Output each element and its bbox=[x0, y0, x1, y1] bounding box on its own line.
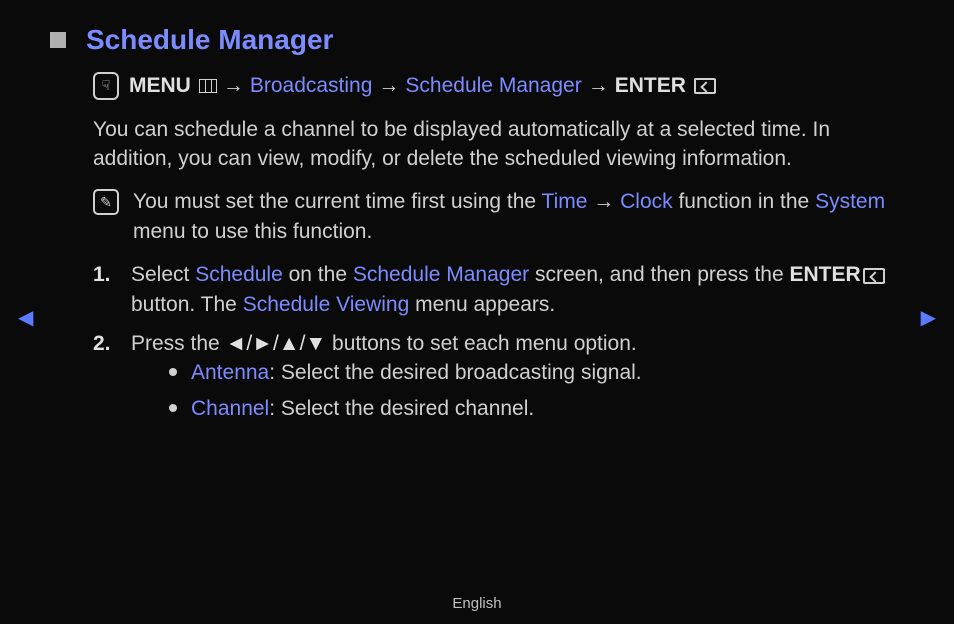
nav-prev-button[interactable]: ◀ bbox=[18, 304, 33, 332]
note-block: ✎ You must set the current time first us… bbox=[93, 187, 904, 246]
direction-arrows: ◄/►/▲/▼ bbox=[226, 332, 327, 355]
bullet-channel: Channel: Select the desired channel. bbox=[131, 394, 904, 423]
bullet-icon bbox=[169, 404, 177, 412]
section-bullet-icon bbox=[50, 32, 66, 48]
step-number: 2. bbox=[93, 329, 117, 429]
enter-icon bbox=[863, 268, 885, 284]
step-2: 2. Press the ◄/►/▲/▼ buttons to set each… bbox=[93, 329, 904, 429]
arrow-icon: → bbox=[223, 71, 244, 100]
bullet-antenna: Antenna: Select the desired broadcasting… bbox=[131, 358, 904, 387]
arrow-icon: → bbox=[378, 71, 399, 100]
step-number: 1. bbox=[93, 260, 117, 319]
enter-label: ENTER bbox=[615, 71, 686, 100]
antenna-label: Antenna bbox=[191, 361, 269, 384]
schedule-manager-link: Schedule Manager bbox=[353, 263, 529, 286]
intro-text: You can schedule a channel to be display… bbox=[93, 115, 904, 174]
clock-link: Clock bbox=[620, 190, 673, 213]
page-title: Schedule Manager bbox=[86, 20, 333, 59]
antenna-text: : Select the desired broadcasting signal… bbox=[269, 361, 641, 384]
step-2-text: Press the ◄/►/▲/▼ buttons to set each me… bbox=[131, 329, 904, 358]
channel-text: : Select the desired channel. bbox=[269, 397, 534, 420]
menu-label: MENU bbox=[129, 71, 191, 100]
step-1-text: Select Schedule on the Schedule Manager … bbox=[131, 260, 904, 319]
schedule-viewing-link: Schedule Viewing bbox=[243, 293, 410, 316]
enter-icon bbox=[694, 78, 716, 94]
time-link: Time bbox=[542, 190, 588, 213]
bullet-icon bbox=[169, 368, 177, 376]
enter-label: ENTER bbox=[789, 263, 860, 286]
breadcrumb-broadcasting: Broadcasting bbox=[250, 71, 373, 100]
menu-grid-icon bbox=[199, 79, 217, 93]
breadcrumb: ☟ MENU → Broadcasting → Schedule Manager… bbox=[93, 71, 904, 100]
system-link: System bbox=[815, 190, 885, 213]
language-label: English bbox=[0, 593, 954, 614]
step-1: 1. Select Schedule on the Schedule Manag… bbox=[93, 260, 904, 319]
channel-label: Channel bbox=[191, 397, 269, 420]
nav-next-button[interactable]: ▶ bbox=[921, 304, 936, 332]
note-icon: ✎ bbox=[93, 189, 119, 215]
schedule-link: Schedule bbox=[195, 263, 283, 286]
note-text: You must set the current time first usin… bbox=[133, 187, 904, 246]
arrow-icon: → bbox=[588, 71, 609, 100]
breadcrumb-schedule-manager: Schedule Manager bbox=[405, 71, 581, 100]
remote-hand-icon: ☟ bbox=[93, 72, 119, 100]
